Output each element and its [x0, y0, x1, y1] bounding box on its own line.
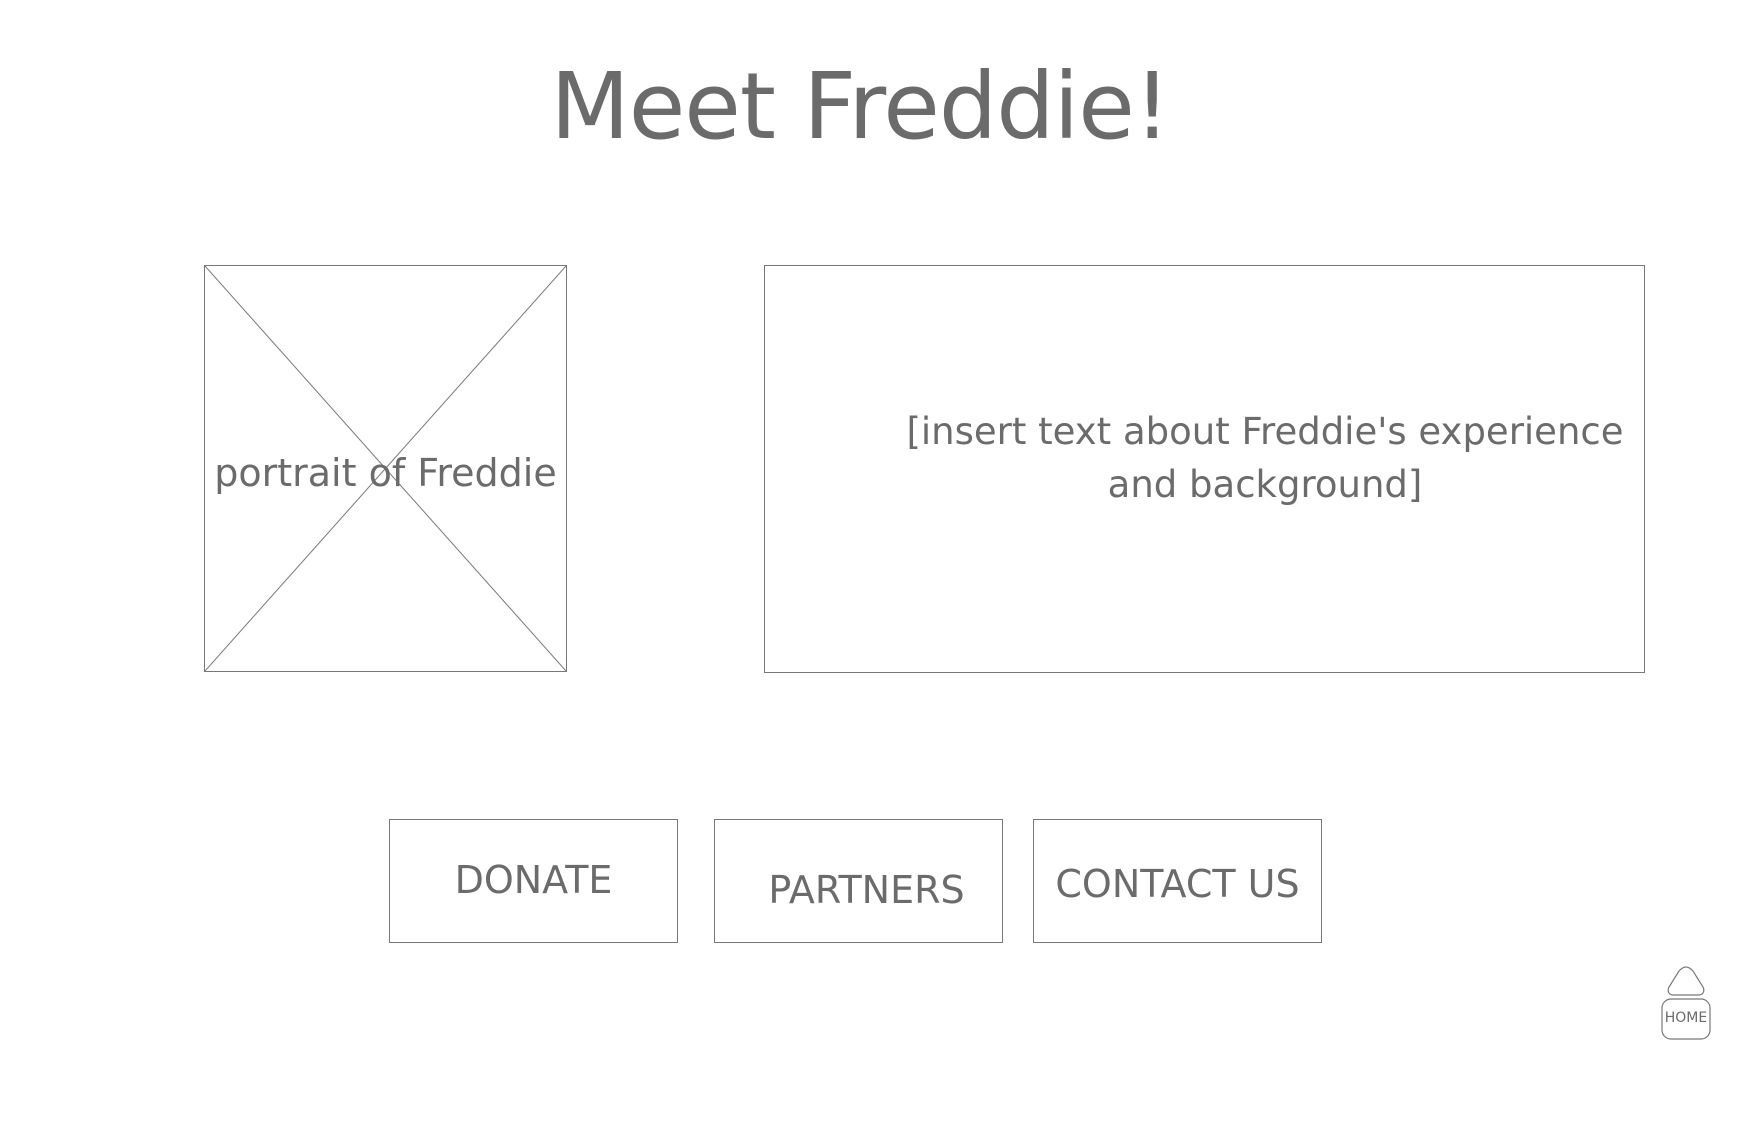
bio-text-line-1: [insert text about Freddie's experience [906, 410, 1624, 453]
partners-button[interactable]: PARTNERS [714, 819, 1003, 943]
bio-text-box: [insert text about Freddie's experience … [764, 265, 1645, 673]
donate-button-label: DONATE [454, 858, 613, 902]
home-button[interactable]: HOME [1660, 965, 1712, 1041]
page-title: Meet Freddie! [550, 53, 1170, 160]
home-label: HOME [1664, 1010, 1708, 1026]
contact-us-button-label: CONTACT US [1055, 862, 1300, 906]
donate-button[interactable]: DONATE [389, 819, 678, 943]
bio-text-line-2: and background] [1107, 463, 1423, 506]
contact-us-button[interactable]: CONTACT US [1033, 819, 1322, 943]
portrait-placeholder: portrait of Freddie [204, 265, 567, 672]
home-icon [1661, 966, 1711, 1040]
portrait-label: portrait of Freddie [214, 451, 557, 495]
partners-button-label: PARTNERS [768, 868, 965, 912]
bio-text: [insert text about Freddie's experience … [845, 405, 1685, 511]
